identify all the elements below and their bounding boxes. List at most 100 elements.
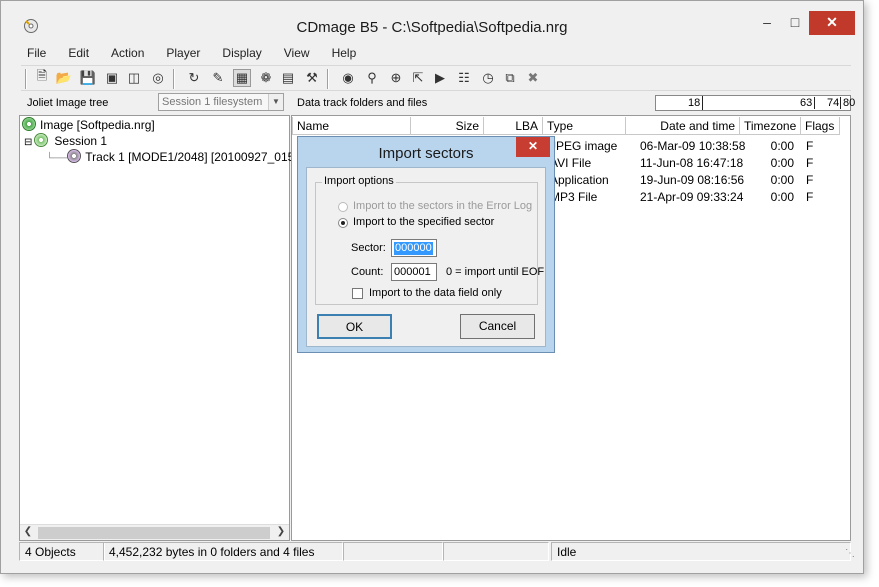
- column-timezone[interactable]: Timezone: [739, 117, 801, 135]
- menu-view[interactable]: View: [272, 43, 320, 60]
- dialog-body: Import options Import to the sectors in …: [306, 167, 546, 347]
- radio-specified-sector[interactable]: [338, 218, 348, 228]
- column-type[interactable]: Type: [542, 117, 626, 135]
- tree-view-icon[interactable]: ▦: [233, 69, 251, 87]
- radio-error-log[interactable]: [338, 202, 348, 212]
- option-specified-label: Import to the specified sector: [353, 216, 495, 228]
- scrollbar-thumb[interactable]: [38, 527, 270, 539]
- menu-player[interactable]: Player: [154, 43, 210, 60]
- maximize-button[interactable]: □: [781, 11, 809, 35]
- tree-connector: └──: [46, 153, 68, 164]
- extract-icon[interactable]: ⇱: [409, 69, 427, 87]
- open-icon[interactable]: 📂: [55, 69, 73, 87]
- status-bytes: 4,452,232 bytes in 0 folders and 4 files: [103, 542, 343, 561]
- tools-icon[interactable]: ⚒: [303, 69, 321, 87]
- cell-flags: F: [806, 173, 814, 187]
- sector-selected-text: 000000: [394, 242, 433, 255]
- minimize-button[interactable]: –: [753, 11, 781, 35]
- menu-file[interactable]: File: [15, 43, 56, 60]
- scroll-left-icon[interactable]: ❮: [20, 526, 36, 540]
- tree-item-image[interactable]: Image [Softpedia.nrg]: [22, 117, 155, 132]
- window-title: CDmage B5 - C:\Softpedia\Softpedia.nrg: [296, 19, 568, 36]
- cell-date: 19-Jun-09 08:16:56: [640, 173, 745, 187]
- tree-item-track[interactable]: └── Track 1 [MODE1/2048] [20100927_01532: [46, 149, 308, 164]
- copy-icon[interactable]: ⧉: [501, 69, 519, 87]
- image-tree[interactable]: Image [Softpedia.nrg] ⊟ Session 1 └── Trac…: [19, 115, 308, 541]
- menu-edit[interactable]: Edit: [56, 43, 99, 60]
- stop-icon[interactable]: ✖: [524, 69, 542, 87]
- cell-timezone: 0:00: [770, 190, 794, 204]
- scroll-right-icon[interactable]: ❯: [273, 526, 289, 540]
- tree-horizontal-scrollbar[interactable]: ❮ ❯: [20, 524, 289, 540]
- edit-icon[interactable]: ✎: [209, 69, 227, 87]
- status-empty-1: [343, 542, 443, 561]
- track-position-bar: 18 63 74 80: [655, 95, 855, 111]
- cell-flags: F: [806, 139, 814, 153]
- column-lba[interactable]: LBA: [483, 117, 543, 135]
- resize-grip-icon[interactable]: ⋱: [845, 548, 855, 559]
- column-name[interactable]: Name: [292, 117, 411, 135]
- files-title: Data track folders and files: [297, 97, 428, 109]
- main-window: CDmage B5 - C:\Softpedia\Softpedia.nrg –…: [0, 0, 864, 574]
- tree-item-session[interactable]: ⊟ Session 1: [24, 133, 107, 148]
- cell-type: AVI File: [550, 156, 592, 170]
- count-input[interactable]: [391, 263, 437, 281]
- column-flags[interactable]: Flags: [800, 117, 840, 135]
- toolbar: 🗎 📂 💾 ▣ ◫ ◎ ↻ ✎ ▦ ❁ ▤ ⚒ ◉ ⚲ ⊕ ⇱ ▶ ☷ ◷ ⧉ …: [21, 65, 851, 91]
- cell-flags: F: [806, 190, 814, 204]
- toolbar-separator: [173, 69, 175, 89]
- data-field-checkbox[interactable]: [352, 288, 363, 299]
- collapse-icon[interactable]: ⊟: [24, 137, 32, 148]
- sector-icon[interactable]: ▤: [279, 69, 297, 87]
- menu-bar: File Edit Action Player Display View Help: [15, 43, 851, 63]
- filesystem-select[interactable]: Session 1 filesystem ▼: [158, 93, 284, 111]
- progress-end1: 74: [814, 97, 839, 109]
- column-size[interactable]: Size: [410, 117, 484, 135]
- refresh-icon[interactable]: ↻: [185, 69, 203, 87]
- session-icon: [34, 133, 49, 147]
- search-icon[interactable]: ⚲: [363, 69, 381, 87]
- status-empty-2: [443, 542, 549, 561]
- chevron-down-icon[interactable]: ▼: [268, 94, 283, 110]
- menu-action[interactable]: Action: [99, 43, 154, 60]
- file-list-header: Name Size LBA Type Date and time Timezon…: [292, 117, 850, 135]
- close-image-icon[interactable]: ▣: [103, 69, 121, 87]
- disc-icon[interactable]: ◉: [339, 69, 357, 87]
- close-window-button[interactable]: ✕: [809, 11, 855, 35]
- cleanup-icon[interactable]: ❁: [257, 69, 275, 87]
- status-bar: 4 Objects 4,452,232 bytes in 0 folders a…: [15, 542, 863, 562]
- properties-icon[interactable]: ◫: [125, 69, 143, 87]
- cell-date: 06-Mar-09 10:38:58: [640, 139, 746, 153]
- disc-info-icon[interactable]: ◎: [149, 69, 167, 87]
- find-icon[interactable]: ⊕: [387, 69, 405, 87]
- cell-date: 11-Jun-08 16:47:18: [640, 156, 744, 170]
- import-options-group: Import options Import to the sectors in …: [315, 175, 544, 305]
- report-icon[interactable]: ☷: [455, 69, 473, 87]
- progress-mark: 63: [800, 97, 813, 109]
- option-error-log-label: Import to the sectors in the Error Log: [353, 200, 533, 212]
- count-label: Count:: [351, 266, 384, 278]
- cell-date: 21-Apr-09 09:33:24: [640, 190, 744, 204]
- menu-help[interactable]: Help: [320, 43, 367, 60]
- tree-title: Joliet Image tree: [27, 97, 109, 109]
- ok-button[interactable]: OK: [317, 314, 392, 339]
- menu-display[interactable]: Display: [210, 43, 271, 60]
- group-label: Import options: [322, 175, 396, 187]
- files-header: Data track folders and files 18 63 74 80: [291, 93, 855, 114]
- timer-icon[interactable]: ◷: [479, 69, 497, 87]
- column-date[interactable]: Date and time: [625, 117, 740, 135]
- track-icon: [67, 149, 82, 163]
- cell-timezone: 0:00: [770, 173, 794, 187]
- play-icon[interactable]: ▶: [431, 69, 449, 87]
- save-icon[interactable]: 💾: [79, 69, 97, 87]
- toolbar-separator: [327, 69, 329, 89]
- cell-flags: F: [806, 156, 814, 170]
- disc-image-icon: [22, 117, 36, 131]
- dialog-close-button[interactable]: ✕: [516, 137, 550, 157]
- title-bar: CDmage B5 - C:\Softpedia\Softpedia.nrg –…: [1, 1, 863, 43]
- cell-type: MP3 File: [550, 190, 598, 204]
- progress-current: 18: [688, 97, 701, 109]
- progress-end2: 80: [840, 97, 855, 109]
- new-icon[interactable]: 🗎: [33, 68, 51, 87]
- cancel-button[interactable]: Cancel: [460, 314, 535, 339]
